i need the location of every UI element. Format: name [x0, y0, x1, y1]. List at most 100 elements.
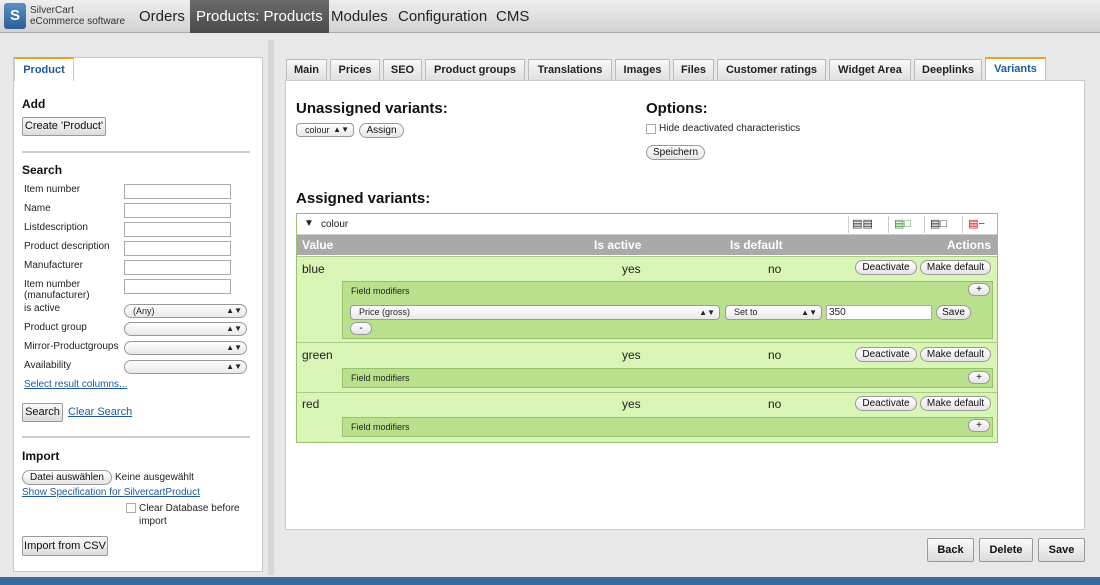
field-modifiers-panel: Field modifiers: [342, 417, 993, 437]
listdescription-label: Listdescription: [24, 222, 88, 233]
clear-database-checkbox[interactable]: [126, 503, 136, 513]
tab-seo[interactable]: SEO: [383, 59, 422, 80]
unassigned-variant-select[interactable]: colour ▲▼: [296, 123, 354, 137]
nav-configuration[interactable]: Configuration: [392, 0, 493, 33]
field-modifiers-label: Field modifiers: [351, 373, 410, 383]
manufacturer-label: Manufacturer: [24, 260, 83, 271]
search-button[interactable]: Search: [22, 403, 63, 422]
speichern-button[interactable]: Speichern: [646, 145, 705, 160]
delete-button[interactable]: Delete: [979, 538, 1033, 562]
row-is-active: yes: [622, 397, 641, 411]
name-input[interactable]: [124, 203, 231, 218]
top-bar: S SilverCart eCommerce software Orders P…: [0, 0, 1100, 33]
assign-button[interactable]: Assign: [359, 123, 404, 138]
mirror-productgroups-select[interactable]: ▲▼: [124, 341, 247, 355]
collapse-icon[interactable]: ▼: [304, 218, 314, 229]
variant-group-name: colour: [321, 219, 349, 230]
silvercart-logo[interactable]: S SilverCart eCommerce software: [4, 3, 128, 30]
show-specification-link[interactable]: Show Specification for SilvercartProduct: [22, 487, 200, 498]
tab-main[interactable]: Main: [286, 59, 327, 80]
make-default-button[interactable]: Make default: [920, 347, 991, 362]
col-is-default: Is default: [730, 238, 783, 252]
search-heading: Search: [22, 163, 63, 177]
save-button[interactable]: Save: [1038, 538, 1085, 562]
select-result-columns-link[interactable]: Select result columns...: [24, 379, 127, 390]
divider: [22, 151, 250, 153]
tab-deeplinks[interactable]: Deeplinks: [914, 59, 982, 80]
select-arrow-icon: ▲▼: [226, 343, 242, 352]
assigned-variants-heading: Assigned variants:: [296, 190, 431, 207]
expand-all-icon[interactable]: ▤▤: [848, 216, 876, 233]
tab-widget-area[interactable]: Widget Area: [829, 59, 911, 80]
product-group-select[interactable]: ▲▼: [124, 322, 247, 336]
hide-deactivated-checkbox[interactable]: [646, 124, 656, 134]
col-is-active: Is active: [594, 238, 642, 252]
divider: [22, 436, 250, 438]
nav-modules[interactable]: Modules: [325, 0, 394, 33]
modifier-value-input[interactable]: 350: [826, 305, 932, 320]
activate-all-icon[interactable]: ▤□: [888, 216, 916, 233]
col-value: Value: [302, 238, 334, 252]
tab-images[interactable]: Images: [615, 59, 670, 80]
no-file-label: Keine ausgewählt: [115, 472, 194, 483]
tab-product-groups[interactable]: Product groups: [425, 59, 525, 80]
field-modifiers-label: Field modifiers: [351, 422, 410, 432]
select-arrow-icon: ▲▼: [801, 308, 817, 317]
panel-splitter[interactable]: [268, 40, 274, 575]
row-is-active: yes: [622, 348, 641, 362]
modifier-field-value: Price (gross): [359, 307, 411, 317]
add-modifier-button[interactable]: +: [968, 419, 990, 432]
nav-products[interactable]: Products: Products: [190, 0, 329, 33]
is-active-select[interactable]: (Any) ▲▼: [124, 304, 247, 318]
row-value: blue: [302, 262, 325, 276]
back-button[interactable]: Back: [927, 538, 974, 562]
logo-line2: eCommerce software: [30, 16, 126, 27]
unassigned-variants-heading: Unassigned variants:: [296, 100, 448, 117]
options-heading: Options:: [646, 100, 708, 117]
footer-bar: [0, 577, 1100, 585]
listdescription-input[interactable]: [124, 222, 231, 237]
deactivate-all-icon[interactable]: ▤□: [924, 216, 952, 233]
product-description-input[interactable]: [124, 241, 231, 256]
remove-modifier-button[interactable]: -: [350, 322, 372, 335]
logo-line1: SilverCart: [30, 5, 74, 16]
tab-product[interactable]: Product: [14, 57, 74, 81]
add-modifier-button[interactable]: +: [968, 371, 990, 384]
select-arrow-icon: ▲▼: [699, 308, 715, 317]
nav-orders[interactable]: Orders: [133, 0, 191, 33]
make-default-button[interactable]: Make default: [920, 396, 991, 411]
item-number-input[interactable]: [124, 184, 231, 199]
modifier-field-select[interactable]: Price (gross) ▲▼: [350, 305, 720, 320]
modifier-action-select[interactable]: Set to ▲▼: [725, 305, 822, 320]
tab-prices[interactable]: Prices: [330, 59, 380, 80]
modifier-save-button[interactable]: Save: [936, 305, 971, 320]
manufacturer-input[interactable]: [124, 260, 231, 275]
nav-cms[interactable]: CMS: [490, 0, 535, 33]
select-arrow-icon: ▲▼: [226, 306, 242, 315]
remove-variant-icon[interactable]: ▤−: [962, 216, 990, 233]
item-number-manufacturer-label: Item number (manufacturer): [24, 279, 90, 301]
availability-select[interactable]: ▲▼: [124, 360, 247, 374]
row-is-default: no: [768, 397, 782, 411]
choose-file-button[interactable]: Datei auswählen: [22, 470, 112, 485]
select-arrow-icon: ▲▼: [226, 362, 242, 371]
item-number-manufacturer-input[interactable]: [124, 279, 231, 294]
deactivate-button[interactable]: Deactivate: [855, 347, 917, 362]
deactivate-button[interactable]: Deactivate: [855, 260, 917, 275]
select-arrow-icon: ▲▼: [333, 125, 349, 134]
col-actions: Actions: [947, 238, 992, 252]
hide-deactivated-label: Hide deactivated characteristics: [659, 123, 801, 134]
row-is-default: no: [768, 348, 782, 362]
tab-variants[interactable]: Variants: [985, 57, 1046, 80]
tab-customer-ratings[interactable]: Customer ratings: [717, 59, 826, 80]
variant-table-header: Value Is active Is default Actions: [297, 235, 997, 255]
import-csv-button[interactable]: Import from CSV: [22, 536, 108, 556]
clear-search-link[interactable]: Clear Search: [68, 406, 132, 418]
make-default-button[interactable]: Make default: [920, 260, 991, 275]
create-product-button[interactable]: Create 'Product': [22, 117, 106, 136]
tab-translations[interactable]: Translations: [528, 59, 612, 80]
deactivate-button[interactable]: Deactivate: [855, 396, 917, 411]
row-is-default: no: [768, 262, 782, 276]
tab-files[interactable]: Files: [673, 59, 714, 80]
add-modifier-button[interactable]: +: [968, 283, 990, 296]
